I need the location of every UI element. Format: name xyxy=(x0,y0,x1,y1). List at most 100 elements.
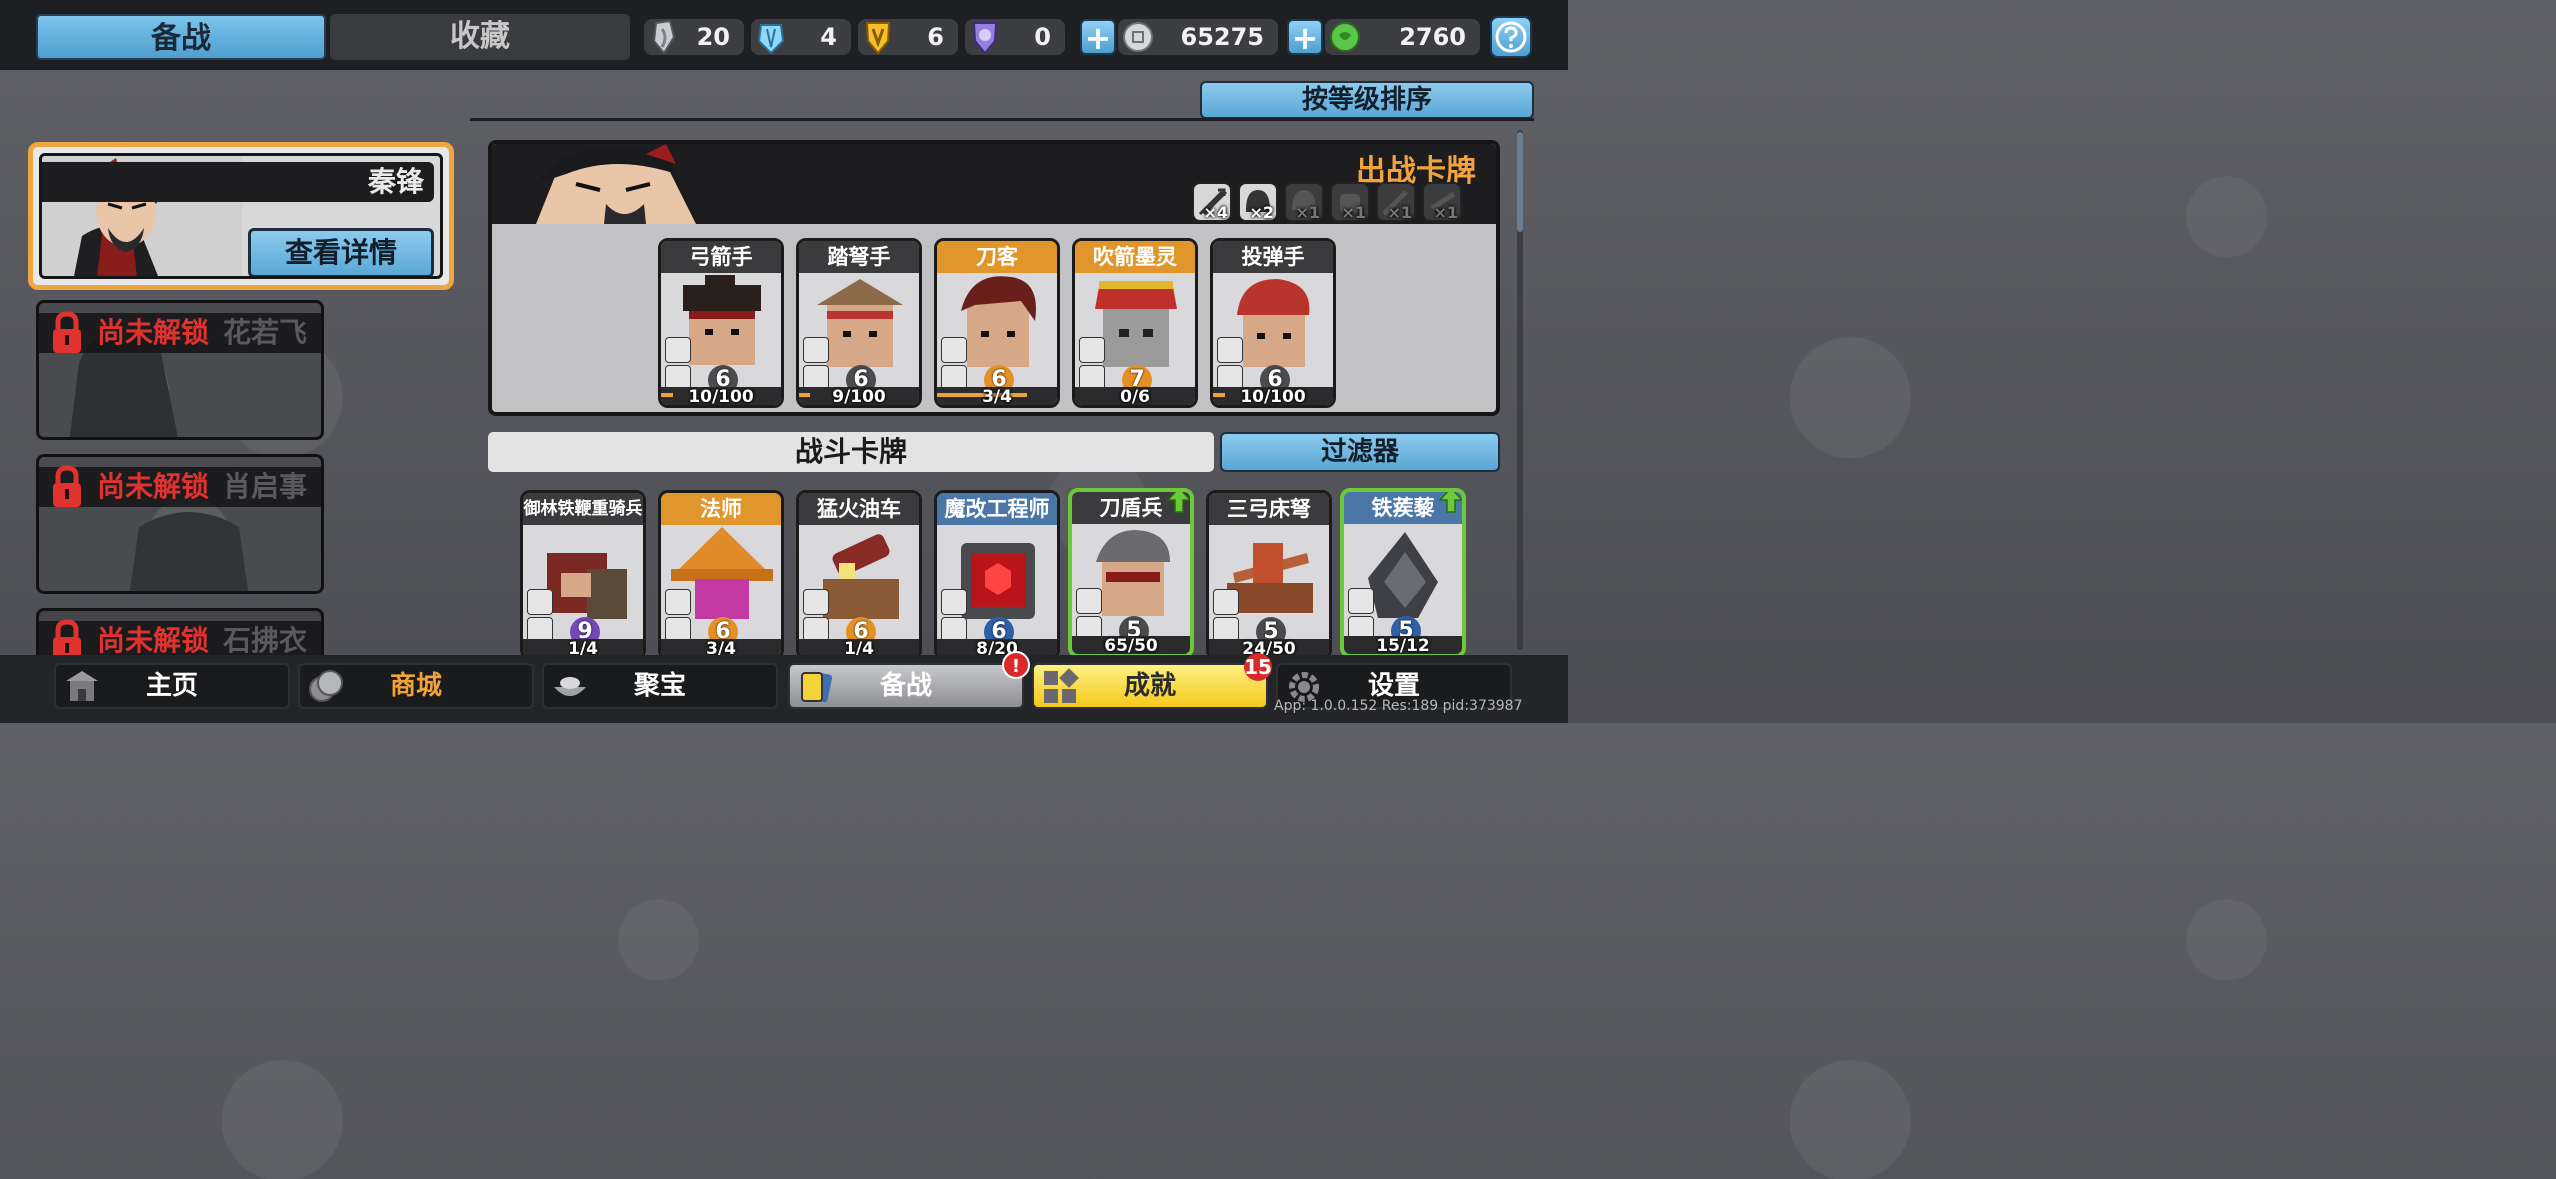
card-name: 踏弩手 xyxy=(799,241,919,273)
arrows-icon xyxy=(665,337,691,363)
battle-cards-title: 战斗卡牌 xyxy=(488,432,1214,472)
add-jade-button[interactable]: + xyxy=(1287,19,1323,55)
battle-card[interactable]: 法师 6 3/4 xyxy=(658,490,784,660)
deploy-header: 出战卡牌 ×4 ×2 ×1 ×1 ×1 ×1 xyxy=(492,144,1496,224)
resource-gold-trophy: 6 xyxy=(858,19,958,55)
resource-blue-crystal-value: 4 xyxy=(820,23,837,51)
card-name: 法师 xyxy=(661,493,781,525)
resource-silver-feather: 20 xyxy=(644,19,744,55)
nav-label: 备战 xyxy=(879,671,932,701)
battle-card[interactable]: 三弓床弩 5 24/50 xyxy=(1206,490,1332,660)
deploy-card[interactable]: 弓箭手 6 10/100 xyxy=(658,238,784,408)
tab-collection[interactable]: 收藏 xyxy=(330,14,630,60)
sort-by-level-button[interactable]: 按等级排序 xyxy=(1200,81,1534,119)
locked-status: 尚未解锁 xyxy=(97,316,210,349)
slot-count: ×1 xyxy=(1295,203,1320,222)
filter-button[interactable]: 过滤器 xyxy=(1220,432,1500,472)
slot-count: ×1 xyxy=(1387,203,1412,222)
resource-gold-trophy-value: 6 xyxy=(927,23,944,51)
slot-sword: ×1 xyxy=(1376,182,1416,222)
version-info: App: 1.0.0.152 Res:189 pid:373987 xyxy=(1274,698,1523,714)
nav-achievement-count-badge: 15 xyxy=(1244,653,1272,681)
slot-helmet: ×1 xyxy=(1284,182,1324,222)
question-icon xyxy=(1495,21,1527,53)
divider xyxy=(470,118,1534,121)
resource-jade: 2760 xyxy=(1325,19,1480,55)
slot-dagger: ×1 xyxy=(1422,182,1462,222)
deploy-card[interactable]: 踏弩手 6 9/100 xyxy=(796,238,922,408)
resource-jade-value: 2760 xyxy=(1399,23,1466,51)
card-name: 魔改工程师 xyxy=(937,493,1057,525)
locked-status: 尚未解锁 xyxy=(97,470,210,503)
gold-trophy-icon xyxy=(864,19,892,55)
battle-card[interactable]: 御林铁鞭重骑兵 9 1/4 xyxy=(520,490,646,660)
card-progress-text: 9/100 xyxy=(832,387,886,407)
resource-silver-feather-value: 20 xyxy=(696,23,730,51)
nav-home[interactable]: 主页 xyxy=(54,663,290,709)
tab-prepare[interactable]: 备战 xyxy=(36,14,326,60)
card-name: 三弓床弩 xyxy=(1209,493,1329,525)
coins-icon xyxy=(306,667,346,720)
skull-icon xyxy=(941,589,967,615)
battle-card[interactable]: 刀盾兵 5 65/50 xyxy=(1068,488,1194,658)
hero-name-bar: 秦锋 xyxy=(42,162,434,202)
nav-achievement[interactable]: 成就 xyxy=(1032,663,1268,709)
locked-bar: 尚未解锁 肖启事 xyxy=(39,465,321,507)
palace-icon xyxy=(62,667,102,720)
sword-icon xyxy=(1076,588,1102,614)
purple-gem-icon xyxy=(971,19,999,55)
nav-prepare-alert-badge: ! xyxy=(1002,651,1030,679)
hero-card-locked[interactable]: 尚未解锁 花若飞 xyxy=(36,300,324,440)
deploy-card[interactable]: 刀客 6 3/4 xyxy=(934,238,1060,408)
slot-helmet: ×2 xyxy=(1238,182,1278,222)
wall-icon xyxy=(1213,589,1239,615)
card-name: 弓箭手 xyxy=(661,241,781,273)
upgrade-arrow-icon xyxy=(1166,492,1190,518)
lock-icon xyxy=(49,311,85,359)
achievement-grid-icon xyxy=(1040,667,1080,720)
battle-card[interactable]: 魔改工程师 6 8/20 xyxy=(934,490,1060,660)
ghost-icon xyxy=(665,589,691,615)
arrows-icon xyxy=(1079,337,1105,363)
slot-count: ×2 xyxy=(1249,203,1274,222)
view-details-button[interactable]: 查看详情 xyxy=(248,228,434,276)
hero-name: 秦锋 xyxy=(367,165,424,198)
resource-purple-gem-value: 0 xyxy=(1034,23,1051,51)
card-name: 吹箭墨灵 xyxy=(1075,241,1195,273)
hero-card-selected[interactable]: 秦锋 查看详情 xyxy=(28,142,454,290)
nav-shop[interactable]: 商城 xyxy=(298,663,534,709)
gear-icon xyxy=(803,589,829,615)
arrows-icon xyxy=(803,337,829,363)
hero-card-locked[interactable]: 尚未解锁 肖启事 xyxy=(36,454,324,594)
card-progress-text: 15/12 xyxy=(1376,636,1430,656)
hero-banner-portrait xyxy=(536,144,696,224)
card-progress-text: 0/6 xyxy=(1120,387,1150,407)
slot-count: ×1 xyxy=(1341,203,1366,222)
upgrade-arrow-icon xyxy=(1438,492,1462,518)
slot-count: ×4 xyxy=(1203,203,1228,222)
slot-arrows: ×4 xyxy=(1192,182,1232,222)
card-progress-text: 10/100 xyxy=(688,387,754,407)
locked-hero-name: 肖启事 xyxy=(223,470,308,503)
deploy-cards-panel: 出战卡牌 ×4 ×2 ×1 ×1 ×1 ×1 弓箭手 6 10/100 踏弩手 … xyxy=(488,140,1500,416)
card-name: 刀客 xyxy=(937,241,1057,273)
battle-card[interactable]: 猛火油车 6 1/4 xyxy=(796,490,922,660)
scrollbar-thumb[interactable] xyxy=(1517,132,1523,232)
cards-icon xyxy=(796,667,836,720)
resource-purple-gem: 0 xyxy=(965,19,1065,55)
nav-prepare[interactable]: 备战 xyxy=(788,663,1024,709)
web-icon xyxy=(1348,588,1374,614)
card-name: 御林铁鞭重骑兵 xyxy=(523,493,643,525)
add-coins-button[interactable]: + xyxy=(1080,19,1116,55)
card-name: 投弹手 xyxy=(1213,241,1333,273)
slot-fist: ×1 xyxy=(1330,182,1370,222)
deploy-card[interactable]: 投弹手 6 10/100 xyxy=(1210,238,1336,408)
card-progress-text: 65/50 xyxy=(1104,636,1158,656)
help-button[interactable] xyxy=(1490,16,1532,58)
top-bar: 备战 收藏 20 4 6 0 + 65275 + 2760 xyxy=(0,0,1568,70)
card-progress-text: 10/100 xyxy=(1240,387,1306,407)
hero-card-inner: 秦锋 查看详情 xyxy=(39,153,443,279)
deploy-card[interactable]: 吹箭墨灵 7 0/6 xyxy=(1072,238,1198,408)
nav-treasure[interactable]: 聚宝 xyxy=(542,663,778,709)
battle-card[interactable]: 铁蒺藜 5 15/12 xyxy=(1340,488,1466,658)
